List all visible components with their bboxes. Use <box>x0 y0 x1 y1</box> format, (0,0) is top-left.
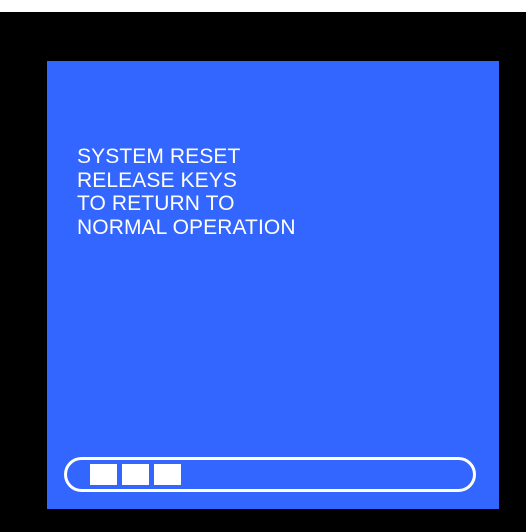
message-line-4: NORMAL OPERATION <box>77 215 296 239</box>
progress-segment <box>122 464 149 485</box>
progress-segments <box>90 464 181 485</box>
message-line-2: RELEASE KEYS <box>77 168 237 192</box>
status-message: SYSTEM RESET RELEASE KEYS TO RETURN TO N… <box>77 145 296 239</box>
message-line-1: SYSTEM RESET <box>77 145 241 168</box>
message-line-3: TO RETURN TO <box>77 192 235 215</box>
progress-bar <box>64 457 476 492</box>
progress-segment <box>154 464 181 485</box>
progress-segment <box>90 464 117 485</box>
display-screen: SYSTEM RESET RELEASE KEYS TO RETURN TO N… <box>47 61 499 509</box>
display-bezel: SYSTEM RESET RELEASE KEYS TO RETURN TO N… <box>0 12 526 532</box>
